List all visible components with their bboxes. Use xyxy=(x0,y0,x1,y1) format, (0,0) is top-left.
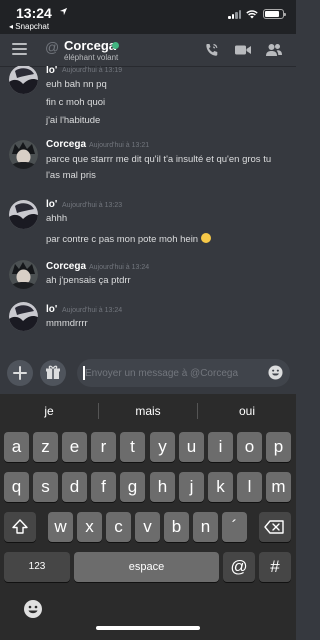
key-n[interactable]: n xyxy=(193,512,218,542)
hamburger-icon[interactable] xyxy=(12,43,27,55)
shift-key[interactable] xyxy=(4,512,36,542)
delete-key[interactable] xyxy=(259,512,291,542)
suggestion-item[interactable]: oui xyxy=(198,394,296,428)
key-u[interactable]: u xyxy=(179,432,204,462)
avatar-image xyxy=(9,260,38,289)
phone-icon[interactable] xyxy=(203,42,221,58)
virtual-keyboard: je mais oui a z e r t y u i o p q s d f … xyxy=(0,394,296,640)
status-time: 13:24 xyxy=(16,5,52,21)
message-input-box[interactable] xyxy=(77,359,290,387)
key-l[interactable]: l xyxy=(237,472,262,502)
avatar-image xyxy=(9,66,38,94)
key-j[interactable]: j xyxy=(179,472,204,502)
plus-icon xyxy=(13,366,27,380)
emoji-icon[interactable] xyxy=(268,365,283,380)
key-g[interactable]: g xyxy=(120,472,145,502)
channel-subtitle: éléphant volant xyxy=(64,53,119,62)
message-text: mmmdrrrr xyxy=(46,318,88,329)
key-z[interactable]: z xyxy=(33,432,58,462)
message-text: j'ai l'habitude xyxy=(46,115,101,126)
gift-button[interactable] xyxy=(40,360,66,386)
key-v[interactable]: v xyxy=(135,512,160,542)
wifi-icon xyxy=(246,9,258,18)
key-t[interactable]: t xyxy=(120,432,145,462)
message-text-line: par contre c pas mon pote moh hein xyxy=(46,233,288,247)
avatar[interactable] xyxy=(9,140,38,169)
key-y[interactable]: y xyxy=(150,432,175,462)
message-timestamp: Aujourd'hui à 13:21 xyxy=(89,142,150,149)
shift-icon xyxy=(12,519,28,534)
message-list[interactable]: lo' Aujourd'hui à 13:19 euh bah nn pq fi… xyxy=(0,66,296,354)
message-timestamp: Aujourd'hui à 13:23 xyxy=(62,202,123,209)
cellular-signal-icon xyxy=(228,9,241,19)
message-author[interactable]: lo' xyxy=(46,66,57,76)
avatar-image xyxy=(9,200,38,229)
grimacing-emoji-icon xyxy=(200,233,211,243)
key-r[interactable]: r xyxy=(91,432,116,462)
suggestion-item[interactable]: mais xyxy=(99,394,197,428)
key-e[interactable]: e xyxy=(62,432,87,462)
suggestion-bar: je mais oui xyxy=(0,394,296,428)
channel-name: Corcega xyxy=(64,38,117,53)
backspace-icon xyxy=(264,520,284,534)
location-arrow-icon xyxy=(59,7,68,16)
key-b[interactable]: b xyxy=(164,512,189,542)
numbers-key[interactable]: 123 xyxy=(4,552,70,582)
status-indicators xyxy=(228,9,286,19)
key-c[interactable]: c xyxy=(106,512,131,542)
avatar[interactable] xyxy=(9,200,38,229)
key-w[interactable]: w xyxy=(48,512,73,542)
avatar[interactable] xyxy=(9,302,38,331)
message-text: par contre c pas mon pote moh hein xyxy=(46,234,199,245)
at-symbol: @ xyxy=(45,39,60,55)
message-text: l'as mal pris xyxy=(46,170,96,181)
hash-key[interactable]: # xyxy=(259,552,291,582)
key-s[interactable]: s xyxy=(33,472,58,502)
message-text: ah j'pensais ça ptdrr xyxy=(46,275,131,286)
home-indicator[interactable] xyxy=(96,626,200,630)
suggestion-item[interactable]: je xyxy=(0,394,98,428)
key-h[interactable]: h xyxy=(150,472,175,502)
message-author[interactable]: lo' xyxy=(46,304,57,315)
message-text: ahhh xyxy=(46,213,68,224)
keyboard-emoji-icon[interactable] xyxy=(23,599,43,619)
key-i[interactable]: i xyxy=(208,432,233,462)
members-icon[interactable] xyxy=(265,42,283,58)
avatar[interactable] xyxy=(9,260,38,289)
space-key[interactable]: espace xyxy=(74,552,219,582)
message-text: parce que starrr me dit qu'il t'a insult… xyxy=(46,154,272,165)
status-bar: 13:24 ◂ Snapchat xyxy=(0,0,296,34)
key-f[interactable]: f xyxy=(91,472,116,502)
message-timestamp: Aujourd'hui à 13:24 xyxy=(89,264,150,271)
avatar-image xyxy=(9,302,38,331)
message-text: fin c moh quoi xyxy=(46,97,106,108)
gift-icon xyxy=(46,365,60,379)
message-timestamp: Aujourd'hui à 13:24 xyxy=(62,307,123,314)
back-to-app-link[interactable]: ◂ Snapchat xyxy=(9,22,49,31)
message-author[interactable]: Corcega xyxy=(46,261,86,272)
channel-header: @ Corcega éléphant volant xyxy=(0,34,296,66)
key-k[interactable]: k xyxy=(208,472,233,502)
message-input[interactable] xyxy=(85,359,265,387)
key-x[interactable]: x xyxy=(77,512,102,542)
key-m[interactable]: m xyxy=(266,472,291,502)
at-key[interactable]: @ xyxy=(223,552,255,582)
avatar-image xyxy=(9,140,38,169)
message-author[interactable]: lo' xyxy=(46,199,57,210)
key-p[interactable]: p xyxy=(266,432,291,462)
key-a[interactable]: a xyxy=(4,432,29,462)
key-q[interactable]: q xyxy=(4,472,29,502)
message-text: euh bah nn pq xyxy=(46,79,107,90)
key-accent[interactable]: ´ xyxy=(222,512,247,542)
battery-icon xyxy=(263,9,286,19)
online-status-dot xyxy=(112,42,119,49)
add-attachment-button[interactable] xyxy=(7,360,33,386)
message-author[interactable]: Corcega xyxy=(46,139,86,150)
key-o[interactable]: o xyxy=(237,432,262,462)
message-timestamp: Aujourd'hui à 13:19 xyxy=(62,67,123,74)
avatar[interactable] xyxy=(9,66,38,94)
key-d[interactable]: d xyxy=(62,472,87,502)
video-camera-icon[interactable] xyxy=(234,42,252,58)
message-composer xyxy=(0,354,296,394)
